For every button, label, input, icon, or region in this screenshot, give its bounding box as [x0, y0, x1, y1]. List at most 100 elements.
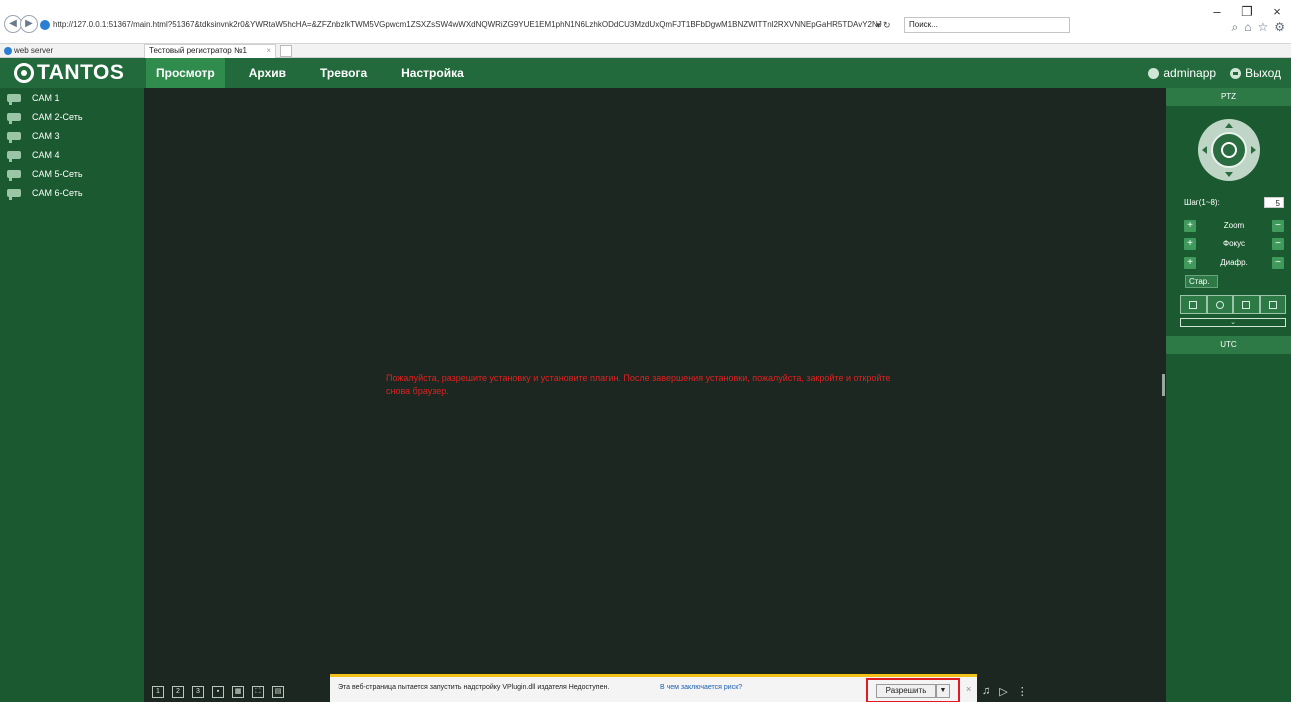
arrow-left-icon[interactable] [1202, 146, 1207, 154]
ie-icon [4, 46, 12, 55]
allow-button[interactable]: Разрешить [876, 684, 936, 698]
layout-3-icon[interactable]: 3 [192, 686, 204, 698]
logout-button[interactable]: Выход [1230, 66, 1281, 80]
logout-label: Выход [1245, 66, 1281, 80]
auto-rotate-button[interactable] [1211, 132, 1247, 168]
camera-icon [7, 188, 21, 200]
user-area: adminapp Выход [1148, 58, 1281, 88]
ptz-panel: PTZ Шаг(1~8): 5 + Zoom − + Фокус − + Диа… [1166, 88, 1291, 702]
scan-button[interactable] [1259, 295, 1286, 314]
allow-dropdown-button[interactable]: ▼ [936, 684, 950, 698]
arrow-right-icon[interactable] [1251, 146, 1256, 154]
utc-header[interactable]: UTC [1166, 336, 1291, 354]
tab-settings[interactable]: Настройка [391, 58, 474, 88]
camera-item[interactable]: CAM 4 [0, 145, 144, 164]
headphones-icon[interactable]: ♫ [982, 685, 990, 698]
pattern-button[interactable] [1233, 295, 1260, 314]
minimize-icon[interactable]: – [1211, 4, 1223, 20]
step-input[interactable]: 5 [1264, 197, 1284, 208]
refresh-icon[interactable]: ▾ ↻ [876, 18, 891, 32]
focus-plus-button[interactable]: + [1184, 238, 1196, 250]
more-icon[interactable]: ⋮ [1017, 685, 1028, 698]
camera-icon [7, 169, 21, 181]
layout-1-icon[interactable]: 1 [152, 686, 164, 698]
allow-highlight: Разрешить ▼ [866, 678, 960, 702]
splitter-handle[interactable] [1162, 374, 1165, 396]
grid-icon[interactable]: ▤ [272, 686, 284, 698]
video-area[interactable]: Пожалуйста, разрешите установку и устано… [144, 88, 1166, 682]
fullscreen-icon[interactable]: ⛶ [252, 686, 264, 698]
restore-icon[interactable]: ❐ [1241, 4, 1253, 20]
search-icon[interactable]: ⌕ [1231, 20, 1238, 35]
playback-icons: ♫ ▷ ⋮ [982, 685, 1028, 698]
tab-archive[interactable]: Архив [239, 58, 296, 88]
start-button[interactable]: Стар. [1185, 275, 1218, 288]
close-icon[interactable]: × [1271, 4, 1283, 20]
gear-icon[interactable]: ⚙ [1274, 20, 1285, 35]
url-text: http://127.0.0.1:51367/main.html?51367&t… [53, 20, 882, 29]
camera-list: CAM 1 CAM 2-Сеть CAM 3 CAM 4 CAM 5-Сеть … [0, 88, 144, 702]
username: adminapp [1163, 66, 1217, 80]
refresh-icon [1221, 142, 1237, 158]
arrow-down-icon[interactable] [1225, 172, 1233, 177]
favorite-web-server[interactable]: web server [4, 45, 53, 57]
user-icon [1148, 67, 1160, 79]
zoom-label: Zoom [1223, 221, 1245, 230]
camera-label: CAM 3 [32, 130, 60, 141]
user-menu[interactable]: adminapp [1148, 66, 1216, 80]
iris-minus-button[interactable]: − [1272, 257, 1284, 269]
address-bar[interactable]: http://127.0.0.1:51367/main.html?51367&t… [40, 18, 900, 32]
camera-label: CAM 1 [32, 92, 60, 103]
layout-6-icon[interactable]: ▦ [232, 686, 244, 698]
scan-icon [1268, 300, 1277, 309]
preset-button[interactable] [1180, 295, 1207, 314]
zoom-row: + Zoom − [1184, 220, 1284, 234]
plugin-notification-bar: Эта веб-страница пытается запустить надс… [330, 674, 977, 702]
camera-item[interactable]: CAM 6-Сеть [0, 183, 144, 202]
forward-button[interactable]: ▶ [20, 15, 38, 33]
layout-4-icon[interactable]: ▪ [212, 686, 224, 698]
camera-item[interactable]: CAM 2-Сеть [0, 107, 144, 126]
logo-text: TANTOS [37, 61, 125, 84]
camera-item[interactable]: CAM 5-Сеть [0, 164, 144, 183]
tab-view[interactable]: Просмотр [146, 58, 225, 88]
collapse-toggle[interactable]: ⌄ [1180, 318, 1286, 327]
iris-label: Диафр. [1220, 258, 1248, 267]
camera-label: CAM 5-Сеть [32, 168, 83, 179]
zoom-out-button[interactable]: − [1272, 220, 1284, 232]
iris-plus-button[interactable]: + [1184, 257, 1196, 269]
tantos-logo: TANTOS [14, 61, 124, 85]
app-header: TANTOS Просмотр Архив Тревога Настройка … [0, 58, 1291, 88]
risk-link[interactable]: В чем заключается риск? [660, 684, 742, 691]
zoom-in-button[interactable]: + [1184, 220, 1196, 232]
play-icon[interactable]: ▷ [999, 685, 1007, 698]
camera-icon [7, 93, 21, 105]
arrow-up-icon[interactable] [1225, 123, 1233, 128]
focus-minus-button[interactable]: − [1272, 238, 1284, 250]
tab-alarm[interactable]: Тревога [310, 58, 377, 88]
ptz-tool-row [1180, 295, 1286, 314]
tabs-row: web server Тестовый регистратор №1 × [0, 44, 1291, 58]
notification-close-icon[interactable]: × [966, 684, 971, 694]
ptz-header[interactable]: PTZ [1166, 88, 1291, 106]
search-input[interactable]: Поиск... [904, 17, 1070, 33]
iris-row: + Диафр. − [1184, 257, 1284, 271]
layout-icons: 1 2 3 ▪ ▦ ⛶ ▤ [152, 686, 284, 698]
tab-title: Тестовый регистратор №1 [149, 46, 247, 55]
ptz-joystick[interactable] [1198, 119, 1260, 181]
cruise-icon [1215, 300, 1224, 309]
tab-active[interactable]: Тестовый регистратор №1 × [144, 44, 276, 58]
camera-item[interactable]: CAM 1 [0, 88, 144, 107]
preset-icon [1189, 300, 1198, 309]
cruise-button[interactable] [1206, 295, 1233, 314]
tab-close-icon[interactable]: × [266, 45, 271, 57]
camera-label: CAM 6-Сеть [32, 187, 83, 198]
layout-2-icon[interactable]: 2 [172, 686, 184, 698]
camera-icon [7, 131, 21, 143]
plugin-message: Пожалуйста, разрешите установку и устано… [386, 373, 891, 396]
star-icon[interactable]: ☆ [1257, 20, 1268, 35]
new-tab-button[interactable] [280, 45, 292, 57]
ie-icon [40, 19, 50, 30]
camera-item[interactable]: CAM 3 [0, 126, 144, 145]
home-icon[interactable]: ⌂ [1244, 20, 1251, 35]
